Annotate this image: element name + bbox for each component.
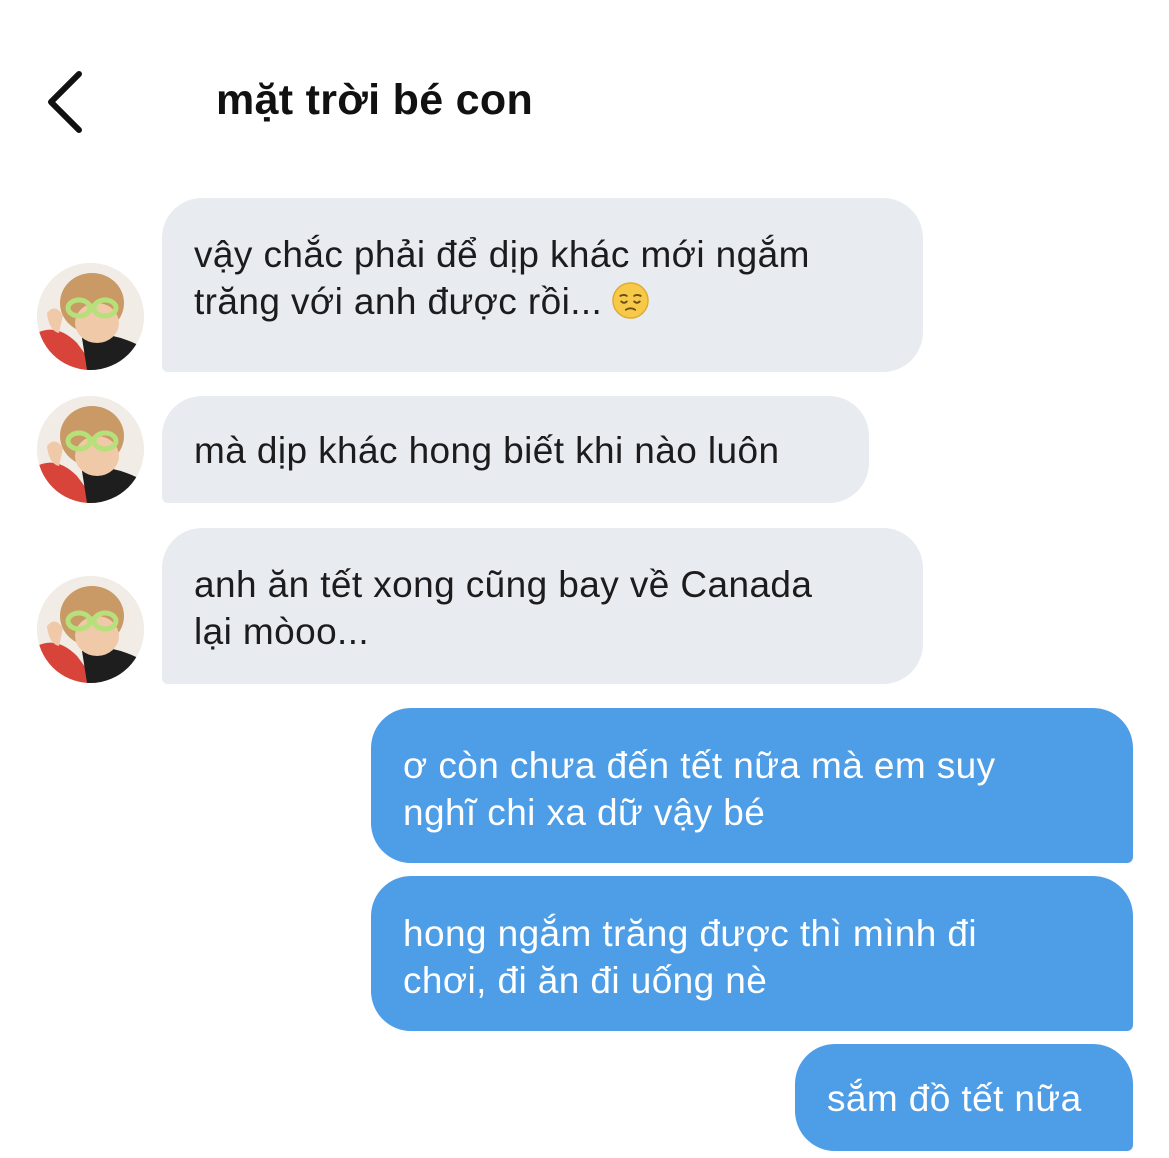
message-text: hong ngắm trăng được thì mình đi [403, 913, 977, 954]
avatar[interactable] [37, 576, 144, 683]
message-bubble-outgoing[interactable]: ơ còn chưa đến tết nữa mà em suy nghĩ ch… [371, 708, 1133, 863]
message-bubble-incoming[interactable]: anh ăn tết xong cũng bay về Canada lại m… [162, 528, 923, 684]
message-text: anh ăn tết xong cũng bay về Canada [194, 564, 813, 605]
message-text: trăng với anh được rồi... [194, 281, 603, 322]
pensive-face-emoji [612, 282, 650, 319]
message-text: vậy chắc phải để dịp khác mới ngắm [194, 234, 810, 275]
message-text: chơi, đi ăn đi uống nè [403, 960, 768, 1001]
avatar[interactable] [37, 263, 144, 370]
avatar[interactable] [37, 396, 144, 503]
message-text: nghĩ chi xa dữ vậy bé [403, 792, 766, 833]
message-text: lại mòoo... [194, 611, 370, 652]
message-bubble-outgoing[interactable]: sắm đồ tết nữa [795, 1044, 1133, 1151]
message-bubble-incoming[interactable]: vậy chắc phải để dịp khác mới ngắm trăng… [162, 198, 923, 372]
message-text: ơ còn chưa đến tết nữa mà em suy [403, 745, 996, 786]
message-bubble-incoming[interactable]: mà dịp khác hong biết khi nào luôn [162, 396, 869, 503]
chevron-left-icon [48, 71, 82, 133]
message-text: sắm đồ tết nữa [827, 1078, 1082, 1119]
message-text: mà dịp khác hong biết khi nào luôn [194, 430, 780, 471]
back-button[interactable] [30, 62, 100, 142]
message-bubble-outgoing[interactable]: hong ngắm trăng được thì mình đi chơi, đ… [371, 876, 1133, 1031]
chat-screen: mặt trời bé con vậy chắc phải để dịp khá… [0, 0, 1169, 1158]
chat-header: mặt trời bé con [0, 0, 1169, 170]
contact-name[interactable]: mặt trời bé con [216, 76, 533, 125]
